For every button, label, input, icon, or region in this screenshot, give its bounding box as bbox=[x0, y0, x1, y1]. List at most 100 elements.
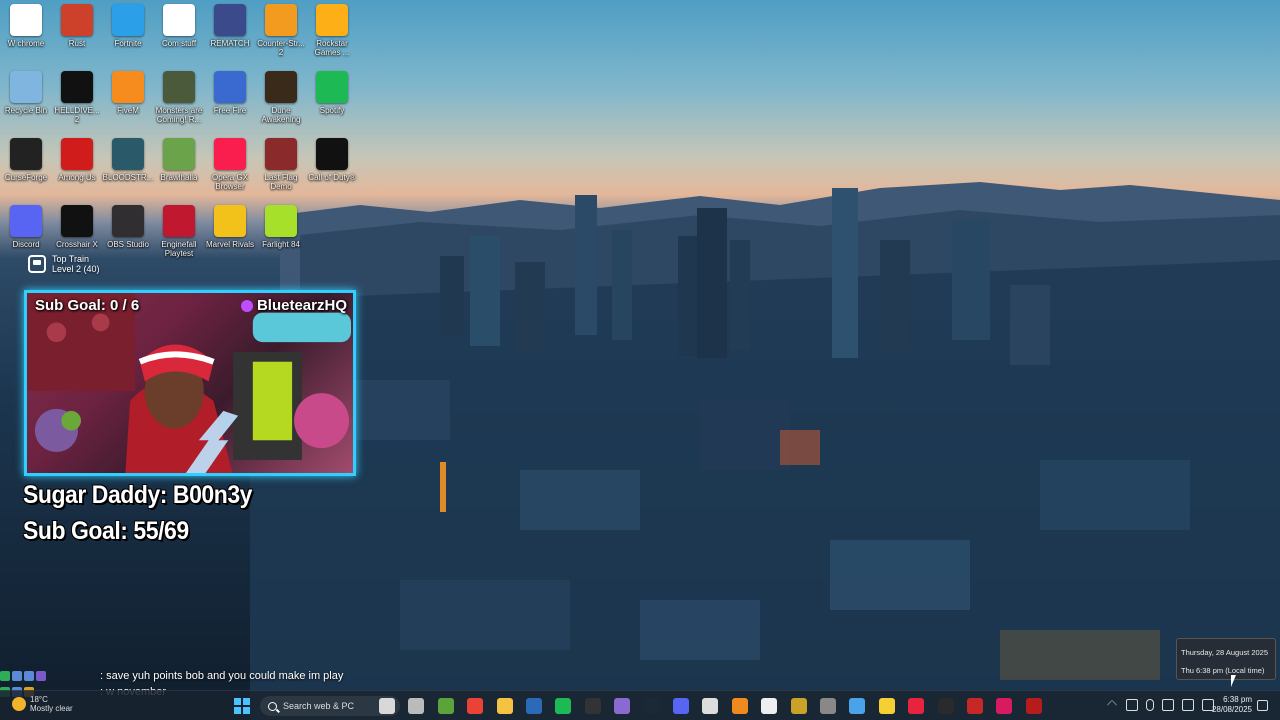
desktop-icon[interactable]: Fortnite bbox=[103, 4, 153, 66]
desktop-icon[interactable]: Last Flag Demo bbox=[256, 138, 306, 200]
desktop-icon-label: Last Flag Demo bbox=[264, 173, 298, 191]
chat-message-text: : save yuh points bob and you could make… bbox=[100, 670, 344, 682]
taskbar-app-icon[interactable] bbox=[996, 698, 1012, 714]
clock-date: 28/08/2025 bbox=[1211, 705, 1252, 714]
desktop-icon[interactable]: W chrome bbox=[1, 4, 51, 66]
search-placeholder: Search web & PC bbox=[283, 701, 355, 711]
taskbar-app-icon[interactable] bbox=[761, 698, 777, 714]
taskbar-file-explorer-icon[interactable] bbox=[497, 698, 513, 714]
desktop-icon-label: Enginefall Playtest bbox=[161, 240, 197, 258]
microphone-icon[interactable] bbox=[1146, 699, 1154, 711]
webcam-overlay: Sub Goal: 0 / 6 BluetearzHQ bbox=[24, 290, 356, 476]
notification-icon[interactable] bbox=[1257, 700, 1268, 711]
train-title: Top Train bbox=[52, 254, 90, 264]
desktop-icon[interactable]: Free Fire bbox=[205, 71, 255, 133]
bloodstrike-icon bbox=[112, 138, 144, 170]
discord-icon bbox=[10, 205, 42, 237]
sugar-daddy-text: Sugar Daddy: B00n3y bbox=[23, 481, 253, 509]
taskbar-sticky-notes-icon[interactable] bbox=[879, 698, 895, 714]
desktop-icon-label: Rust bbox=[68, 39, 86, 48]
taskbar-bird-icon[interactable] bbox=[379, 698, 395, 714]
weather-icon bbox=[12, 697, 26, 711]
desktop-icon[interactable]: Among Us bbox=[52, 138, 102, 200]
taskbar-task-view-icon[interactable] bbox=[408, 698, 424, 714]
train-text: Top Train Level 2 (40) bbox=[52, 254, 100, 274]
desktop-icon-label: BLOODSTR... bbox=[102, 173, 154, 182]
fivem-icon bbox=[112, 71, 144, 103]
desktop-icon[interactable]: REMATCH bbox=[205, 4, 255, 66]
display-icon[interactable] bbox=[1182, 699, 1194, 711]
volume-icon[interactable] bbox=[1162, 699, 1174, 711]
desktop-icon[interactable]: Enginefall Playtest bbox=[154, 205, 204, 267]
webcam-scene bbox=[27, 293, 352, 473]
train-icon bbox=[28, 255, 46, 273]
desktop-icon-label: Brawlhalla bbox=[160, 173, 198, 182]
desktop-icon[interactable]: FiveM bbox=[103, 71, 153, 133]
taskbar-opera-gx-icon[interactable] bbox=[908, 698, 924, 714]
badge-icon bbox=[24, 671, 34, 681]
power-icon bbox=[163, 4, 195, 36]
desktop-icon[interactable]: Spotify bbox=[307, 71, 357, 133]
taskbar-app-icon[interactable] bbox=[967, 698, 983, 714]
desktop-icon[interactable]: Farlight 84 bbox=[256, 205, 306, 267]
taskbar-discord-icon[interactable] bbox=[673, 698, 689, 714]
desktop-icon[interactable]: HELLDIVE... 2 bbox=[52, 71, 102, 133]
desktop-icon[interactable]: BLOODSTR... bbox=[103, 138, 153, 200]
taskbar-visual-studio-icon[interactable] bbox=[526, 698, 542, 714]
desktop-icon[interactable]: Recycle Bin bbox=[1, 71, 51, 133]
system-tray bbox=[1106, 699, 1214, 711]
farlight-icon bbox=[265, 205, 297, 237]
desktop-icon-label: Com stuff bbox=[161, 39, 197, 48]
taskbar-epic-games-icon[interactable] bbox=[585, 698, 601, 714]
desktop-icon[interactable]: Counter-Str... 2 bbox=[256, 4, 306, 66]
taskbar-app-icon[interactable] bbox=[820, 698, 836, 714]
network-icon[interactable] bbox=[1126, 699, 1138, 711]
weather-widget[interactable]: 18°C Mostly clear bbox=[12, 695, 73, 713]
desktop-icon[interactable]: Marvel Rivals bbox=[205, 205, 255, 267]
desktop-icon[interactable]: Com stuff bbox=[154, 4, 204, 66]
taskbar-vlc-icon[interactable] bbox=[732, 698, 748, 714]
taskbar-app-icon[interactable] bbox=[614, 698, 630, 714]
rust-icon bbox=[61, 4, 93, 36]
desktop-icon-label: REMATCH bbox=[210, 39, 250, 48]
start-button[interactable] bbox=[234, 698, 250, 714]
taskbar-app-icon[interactable] bbox=[1026, 698, 1042, 714]
clock-time: 6:38 pm bbox=[1223, 695, 1252, 704]
desktop-icon[interactable]: Monsters are Coming! R... bbox=[154, 71, 204, 133]
marvel-rivals-icon bbox=[214, 205, 246, 237]
desktop-icon-label: Marvel Rivals bbox=[205, 240, 254, 249]
curseforge-icon bbox=[10, 138, 42, 170]
dune-icon bbox=[265, 71, 297, 103]
date-tooltip-date: Thursday, 28 August 2025 bbox=[1181, 648, 1269, 657]
taskbar-spotify-icon[interactable] bbox=[555, 698, 571, 714]
desktop-icon-label: Crosshair X bbox=[56, 240, 98, 249]
desktop-icon[interactable]: CurseForge bbox=[1, 138, 51, 200]
taskbar-app-icon[interactable] bbox=[938, 698, 954, 714]
opera-gx-icon bbox=[214, 138, 246, 170]
desktop-icon[interactable]: Rockstar Games ... bbox=[307, 4, 357, 66]
among-us-icon bbox=[61, 138, 93, 170]
twitch-logo-icon bbox=[240, 299, 253, 312]
taskbar-minecraft-icon[interactable] bbox=[438, 698, 454, 714]
desktop-icon[interactable]: Brawlhalla bbox=[154, 138, 204, 200]
badge-icon bbox=[0, 671, 10, 681]
taskbar-photos-icon[interactable] bbox=[849, 698, 865, 714]
desktop-icon[interactable]: OBS Studio bbox=[103, 205, 153, 267]
taskbar-app-icon[interactable] bbox=[791, 698, 807, 714]
chevron-up-icon[interactable] bbox=[1106, 699, 1118, 711]
desktop-icon[interactable]: Rust bbox=[52, 4, 102, 66]
desktop-icon-label: Farlight 84 bbox=[262, 240, 300, 249]
desktop-icon[interactable]: Dune Awakening bbox=[256, 71, 306, 133]
desktop-icon-label: Counter-Str... 2 bbox=[257, 39, 305, 57]
taskbar-chrome-icon[interactable] bbox=[467, 698, 483, 714]
desktop-icon[interactable]: Call of Duty® bbox=[307, 138, 357, 200]
taskbar: 18°C Mostly clear Search web & PC 6:38 p… bbox=[0, 690, 1280, 720]
taskbar-clock[interactable]: 6:38 pm 28/08/2025 bbox=[1206, 695, 1252, 715]
desktop-icon-label: W chrome bbox=[7, 39, 45, 48]
taskbar-app-icon[interactable] bbox=[702, 698, 718, 714]
taskbar-steam-icon[interactable] bbox=[644, 698, 660, 714]
top-train-widget[interactable]: Top Train Level 2 (40) bbox=[28, 254, 100, 274]
cam-sub-goal: Sub Goal: 0 / 6 bbox=[35, 297, 140, 314]
desktop-icon[interactable]: Opera GX Browser bbox=[205, 138, 255, 200]
rockstar-icon bbox=[316, 4, 348, 36]
